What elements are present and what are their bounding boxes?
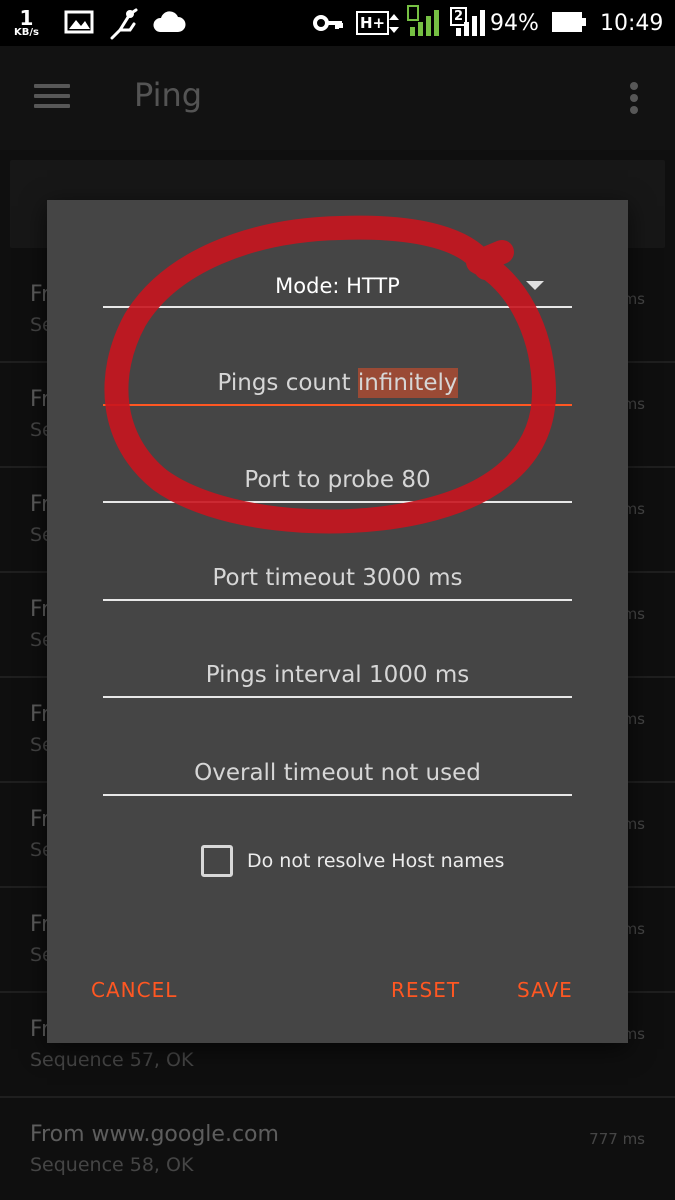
battery-percent: 94%	[490, 10, 539, 36]
overall-timeout-text: Overall timeout not used	[194, 760, 481, 786]
port-to-probe-field[interactable]: Port to probe 80	[103, 443, 572, 503]
chevron-down-icon[interactable]	[526, 281, 544, 290]
battery-icon	[552, 12, 586, 32]
network-speed-unit: KB/s	[14, 27, 39, 38]
sim1-network-type: H+	[356, 0, 390, 46]
network-speed: 1 KB/s	[14, 0, 39, 46]
signal-icon	[407, 5, 439, 36]
sim1-label: H+	[356, 11, 390, 35]
vpn-key-icon	[313, 15, 343, 31]
port-timeout-field[interactable]: Port timeout 3000 ms	[103, 541, 572, 601]
port-timeout-text: Port timeout 3000 ms	[212, 565, 463, 591]
pings-interval-text: Pings interval 1000 ms	[205, 662, 470, 688]
usb-debug-icon	[110, 8, 138, 40]
resolve-hostnames-option[interactable]: Do not resolve Host names	[201, 844, 504, 878]
mode-select-value: Mode: HTTP	[275, 274, 400, 298]
image-icon	[64, 10, 94, 34]
signal-sim2-icon	[456, 10, 485, 36]
port-to-probe-text: Port to probe 80	[244, 467, 431, 493]
status-bar: 1 KB/s H+ 2 94% 10:49	[0, 0, 675, 46]
overall-timeout-field[interactable]: Overall timeout not used	[103, 736, 572, 796]
mode-select[interactable]: Mode: HTTP	[103, 248, 572, 308]
ping-settings-dialog: Mode: HTTP Pings count infinitely Port t…	[47, 200, 628, 1043]
pings-count-label: Pings count	[217, 370, 358, 396]
cancel-button[interactable]: CANCEL	[91, 978, 177, 1002]
reset-button[interactable]: RESET	[391, 978, 460, 1002]
cloud-icon	[153, 11, 186, 32]
clock: 10:49	[600, 10, 664, 36]
pings-count-value: infinitely	[357, 368, 458, 398]
resolve-hostnames-label: Do not resolve Host names	[247, 850, 505, 872]
network-speed-value: 1	[19, 6, 34, 30]
pings-count-text: Pings count infinitely	[103, 368, 572, 398]
pings-interval-field[interactable]: Pings interval 1000 ms	[103, 638, 572, 698]
data-activity-icon	[389, 14, 399, 33]
pings-count-field[interactable]: Pings count infinitely	[103, 346, 572, 406]
save-button[interactable]: SAVE	[517, 978, 573, 1002]
resolve-hostnames-checkbox[interactable]	[201, 845, 233, 877]
